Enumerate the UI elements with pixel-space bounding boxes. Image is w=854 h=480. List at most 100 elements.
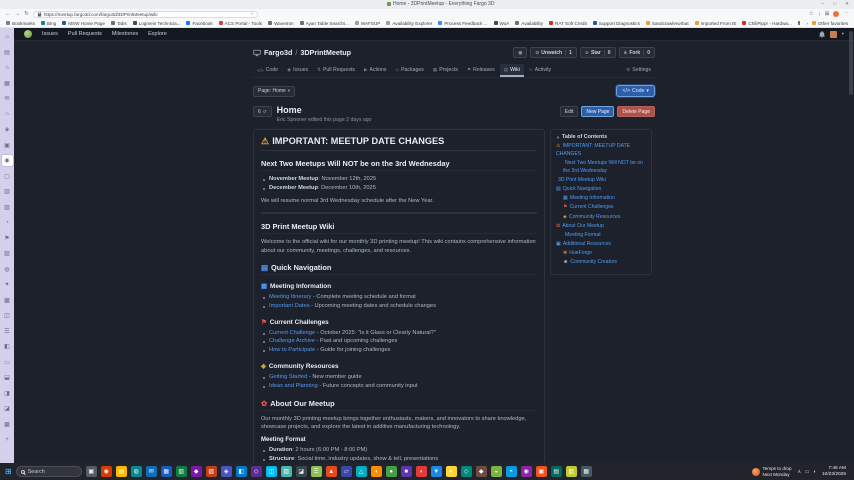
wiki-link[interactable]: Important Dates: [269, 303, 309, 309]
bookmark-item[interactable]: RAT Soft Credit: [549, 21, 587, 26]
wiki-link[interactable]: Challenge Archive: [269, 338, 315, 344]
taskbar-app-icon[interactable]: ◓: [506, 466, 517, 477]
toc-link[interactable]: ▤Quick Navigation: [556, 186, 646, 194]
vertical-tab[interactable]: ✦: [2, 279, 13, 290]
vertical-tab[interactable]: ◉: [2, 155, 13, 166]
vertical-tab[interactable]: ◧: [2, 341, 13, 352]
toc-link[interactable]: ▣Additional Resources: [556, 241, 646, 249]
taskbar-app-icon[interactable]: ▦: [161, 466, 172, 477]
vertical-tab[interactable]: ▩: [2, 295, 13, 306]
bookmark-item[interactable]: Process Feedback ...: [438, 21, 487, 26]
bookmark-item[interactable]: Support Diagnostics: [593, 21, 640, 26]
bookmark-item[interactable]: WoA: [494, 21, 510, 26]
bookmark-item[interactable]: ACS Portal - Tools: [219, 21, 262, 26]
edit-button[interactable]: Edit: [560, 106, 579, 117]
taskbar-app-icon[interactable]: ■: [401, 466, 412, 477]
scrollbar-thumb[interactable]: [849, 31, 853, 95]
bookmark-item[interactable]: Sandcrawlerwrbat: [646, 21, 689, 26]
bookmark-item[interactable]: ChiliPippr - Hardwa...: [742, 21, 791, 26]
vertical-tab[interactable]: ▦: [2, 78, 13, 89]
vertical-tab[interactable]: ◨: [2, 388, 13, 399]
taskbar-app-icon[interactable]: ◉: [101, 466, 112, 477]
vertical-tab[interactable]: ◈: [2, 124, 13, 135]
toc-link[interactable]: Next Two Meetups Will NOT be on the 3rd …: [563, 160, 646, 175]
bookmark-item[interactable]: Tabs: [111, 21, 127, 26]
site-nav-item[interactable]: Issues: [42, 31, 58, 37]
taskbar-app-icon[interactable]: ◖: [371, 466, 382, 477]
vertical-tab[interactable]: ▣: [2, 140, 13, 151]
toc-link[interactable]: 3D Print Meetup Wiki: [556, 177, 646, 185]
bookmark-item[interactable]: Availability Explorer: [386, 21, 432, 26]
tray-icon[interactable]: ◖: [813, 469, 816, 475]
toc-link[interactable]: ◈Community Resources: [563, 214, 646, 222]
favorite-star-icon[interactable]: ☆: [250, 11, 254, 17]
vertical-tab[interactable]: ⬓: [2, 372, 13, 383]
back-button[interactable]: ←: [5, 11, 11, 17]
profile-avatar[interactable]: [833, 11, 839, 17]
repo-tab[interactable]: ▦ Projects: [429, 64, 462, 77]
user-avatar[interactable]: [830, 31, 837, 38]
taskbar-app-icon[interactable]: ◇: [251, 466, 262, 477]
repo-tab[interactable]: ▶ Actions: [360, 64, 391, 77]
gitea-logo-icon[interactable]: [24, 30, 32, 38]
vertical-tab[interactable]: ⚑: [2, 233, 13, 244]
wiki-link[interactable]: Current Challenge: [269, 330, 315, 336]
taskbar-app-icon[interactable]: ◆: [191, 466, 202, 477]
bookmark-item[interactable]: Wavetron: [268, 21, 294, 26]
taskbar-app-icon[interactable]: ▤: [551, 466, 562, 477]
vertical-tab[interactable]: ⌂: [2, 109, 13, 120]
toc-link[interactable]: ⚑Current Challenges: [563, 204, 646, 212]
bookmark-item[interactable]: Ayan Table Searchi...: [300, 21, 349, 26]
taskbar-app-icon[interactable]: ◍: [131, 466, 142, 477]
unwatch-button[interactable]: ⊙ Unwatch 1: [530, 47, 576, 58]
site-nav-item[interactable]: Milestones: [112, 31, 138, 37]
star-count[interactable]: 0: [604, 50, 611, 56]
bookmark-item[interactable]: Availability: [515, 21, 543, 26]
toc-link[interactable]: ✿About Our Meetup: [556, 223, 646, 231]
vertical-tab[interactable]: ⌂: [2, 31, 13, 42]
vertical-tab[interactable]: ◪: [2, 403, 13, 414]
taskbar-app-icon[interactable]: ▥: [566, 466, 577, 477]
repo-tab[interactable]: </> Code: [253, 64, 282, 77]
bookmark-item[interactable]: Bing: [41, 21, 56, 26]
wiki-link[interactable]: How to Participate: [269, 347, 315, 353]
taskbar-app-icon[interactable]: ◆: [476, 466, 487, 477]
bookmark-item[interactable]: Bookmarks: [6, 21, 35, 26]
wiki-code-button[interactable]: </> Code ▾: [616, 85, 655, 97]
taskbar-app-icon[interactable]: ▥: [176, 466, 187, 477]
tray-icon[interactable]: ∧: [798, 469, 802, 475]
taskbar-app-icon[interactable]: ◫: [266, 466, 277, 477]
vertical-tab[interactable]: ✉: [2, 93, 13, 104]
taskbar-app-icon[interactable]: ◐: [446, 466, 457, 477]
revisions-button[interactable]: 6 ↺: [253, 106, 272, 117]
toc-link[interactable]: ❋HueForge: [563, 250, 646, 258]
forward-button[interactable]: →: [15, 11, 21, 17]
taskbar-app-icon[interactable]: ▣: [536, 466, 547, 477]
vertical-tab[interactable]: ⌂: [2, 62, 13, 73]
bookmark-item[interactable]: WAFSUP: [355, 21, 380, 26]
taskbar-app-icon[interactable]: ●: [386, 466, 397, 477]
toc-link[interactable]: Meeting Format: [563, 232, 646, 240]
bookmarks-overflow-icon[interactable]: ›: [806, 21, 808, 26]
close-button[interactable]: ✕: [845, 1, 849, 7]
bookmark-item[interactable]: Logmein Technicia...: [133, 21, 181, 26]
taskbar-app-icon[interactable]: ▧: [281, 466, 292, 477]
repo-tab[interactable]: ∿ Activity: [525, 64, 555, 77]
site-nav-item[interactable]: Pull Requests: [68, 31, 102, 37]
vertical-tab[interactable]: +: [2, 434, 13, 445]
taskbar-search[interactable]: Search: [16, 466, 82, 477]
new-page-button[interactable]: New Page: [581, 106, 614, 117]
taskbar-app-icon[interactable]: ☰: [311, 466, 322, 477]
rss-feed-button[interactable]: ◍: [513, 47, 527, 58]
vertical-tab[interactable]: ☰: [2, 326, 13, 337]
address-bar[interactable]: https://meetup.fargo3d.com/fargo3d/3DPri…: [33, 11, 258, 18]
toc-link[interactable]: ⚠IMPORTANT: MEETUP DATE CHANGES: [556, 143, 646, 158]
taskbar-app-icon[interactable]: △: [356, 466, 367, 477]
tray-icon[interactable]: ▭: [805, 469, 810, 475]
watch-count[interactable]: 1: [565, 50, 572, 56]
notifications-bell-icon[interactable]: [819, 31, 825, 38]
taskbar-app-icon[interactable]: ▼: [431, 466, 442, 477]
site-nav-item[interactable]: Explore: [148, 31, 167, 37]
bookmark-item[interactable]: MSW Home Page: [62, 21, 105, 26]
taskbar-app-icon[interactable]: ▣: [86, 466, 97, 477]
